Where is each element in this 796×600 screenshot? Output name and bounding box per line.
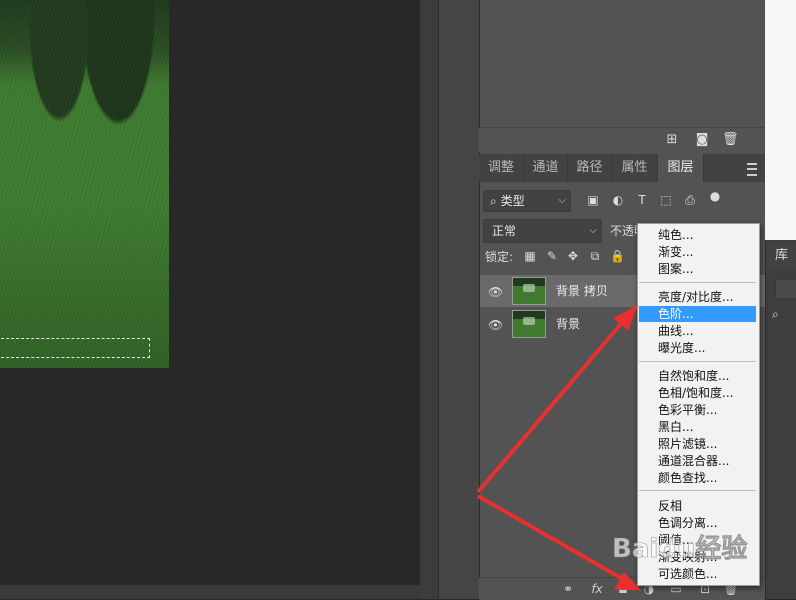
tab-adjustments[interactable]: 调整 bbox=[479, 154, 524, 182]
panel-gutter bbox=[420, 0, 438, 599]
menu-item-color-lookup[interactable]: 颜色查找... bbox=[639, 470, 756, 486]
fx-icon[interactable]: fx bbox=[589, 581, 605, 597]
chevron-down-icon: ⌵ bbox=[589, 225, 597, 236]
tab-libraries[interactable]: 库 bbox=[767, 243, 796, 269]
menu-item-channel-mixer[interactable]: 通道混合器... bbox=[639, 453, 756, 469]
menu-item-black-white[interactable]: 黑白... bbox=[639, 419, 756, 435]
search-icon: ⌕ bbox=[490, 194, 497, 208]
menu-item-selective-color[interactable]: 可选颜色... bbox=[639, 566, 756, 582]
menu-item-hue-saturation[interactable]: 色相/饱和度... bbox=[639, 385, 756, 401]
menu-item-curves[interactable]: 曲线... bbox=[639, 323, 756, 339]
menu-item-pattern[interactable]: 图案... bbox=[639, 261, 756, 277]
menu-item-brightness-contrast[interactable]: 亮度/对比度... bbox=[639, 289, 756, 305]
baidu-jingyan-watermark: Baidu经验 bbox=[612, 533, 748, 565]
chevron-down-icon: ⌵ bbox=[558, 195, 566, 206]
search-icon[interactable]: ⌕ bbox=[772, 307, 796, 325]
right-panel-blank bbox=[765, 0, 796, 240]
new-snapshot-icon[interactable]: ⊞ bbox=[664, 132, 680, 148]
menu-item-vibrance[interactable]: 自然饱和度... bbox=[639, 368, 756, 384]
camera-icon[interactable]: ◙ bbox=[694, 132, 710, 148]
tab-properties[interactable]: 属性 bbox=[612, 154, 658, 182]
tab-channels[interactable]: 通道 bbox=[524, 154, 568, 182]
menu-item-photo-filter[interactable]: 照片滤镜... bbox=[639, 436, 756, 452]
pixel-filter-icon[interactable]: ▣ bbox=[586, 193, 600, 207]
menu-item-gradient[interactable]: 渐变... bbox=[639, 244, 756, 260]
menu-item-levels[interactable]: 色阶... bbox=[639, 306, 756, 322]
menu-item-exposure[interactable]: 曝光度... bbox=[639, 340, 756, 356]
layer-name[interactable]: 背景 拷贝 bbox=[556, 275, 608, 307]
menu-item-invert[interactable]: 反相 bbox=[639, 498, 756, 514]
eye-icon[interactable]: 👁 bbox=[488, 318, 503, 332]
menu-item-solid-color[interactable]: 纯色... bbox=[639, 227, 756, 243]
panel-tabs: 调整 通道 路径 属性 图层 bbox=[479, 154, 765, 182]
layer-filter-select[interactable]: ⌕ 类型 ⌵ bbox=[483, 190, 571, 212]
layer-thumbnail bbox=[512, 310, 546, 338]
collapsed-panel-dock[interactable] bbox=[438, 0, 479, 599]
adjustment-filter-icon[interactable]: ◐ bbox=[611, 193, 625, 207]
selection-marquee bbox=[0, 338, 150, 358]
link-layers-icon[interactable]: ⚭ bbox=[560, 581, 576, 597]
blend-mode-value: 正常 bbox=[492, 224, 517, 238]
eye-icon[interactable]: 👁 bbox=[488, 285, 503, 299]
panel-menu-icon[interactable] bbox=[747, 163, 757, 176]
tab-layers[interactable]: 图层 bbox=[658, 154, 704, 182]
upper-panel-toolbar: ⊞ ◙ 🗑 bbox=[479, 127, 765, 152]
lock-label: 锁定: bbox=[485, 250, 514, 264]
layer-thumbnail bbox=[512, 277, 546, 305]
svg-text:Baidu经验: Baidu经验 bbox=[612, 533, 747, 564]
shape-filter-icon[interactable]: ⬚ bbox=[659, 193, 673, 207]
filter-kind-label: 类型 bbox=[500, 194, 525, 208]
blend-mode-select[interactable]: 正常 ⌵ bbox=[483, 219, 602, 243]
lock-move-icon[interactable]: ✥ bbox=[566, 249, 580, 263]
layer-name[interactable]: 背景 bbox=[556, 308, 580, 340]
add-mask-icon[interactable]: ◘ bbox=[615, 581, 631, 597]
lock-transparent-icon[interactable]: ▦ bbox=[523, 249, 537, 263]
type-filter-icon[interactable]: T bbox=[635, 193, 649, 207]
menu-item-color-balance[interactable]: 色彩平衡... bbox=[639, 402, 756, 418]
menu-separator bbox=[639, 490, 756, 491]
lock-all-icon[interactable]: 🔒 bbox=[610, 249, 625, 263]
lock-artboard-icon[interactable]: ⧉ bbox=[588, 249, 602, 263]
library-select[interactable] bbox=[775, 279, 796, 299]
grass-photo bbox=[0, 0, 169, 368]
horizontal-scrollbar[interactable] bbox=[0, 585, 420, 599]
tab-paths[interactable]: 路径 bbox=[568, 154, 612, 182]
filter-toggle-icon[interactable]: ● bbox=[708, 189, 722, 203]
smart-object-filter-icon[interactable]: ⎙ bbox=[683, 193, 697, 207]
menu-separator bbox=[639, 361, 756, 362]
lock-brush-icon[interactable]: ✎ bbox=[545, 249, 559, 263]
trash-icon[interactable]: 🗑 bbox=[722, 132, 739, 148]
menu-separator bbox=[639, 282, 756, 283]
